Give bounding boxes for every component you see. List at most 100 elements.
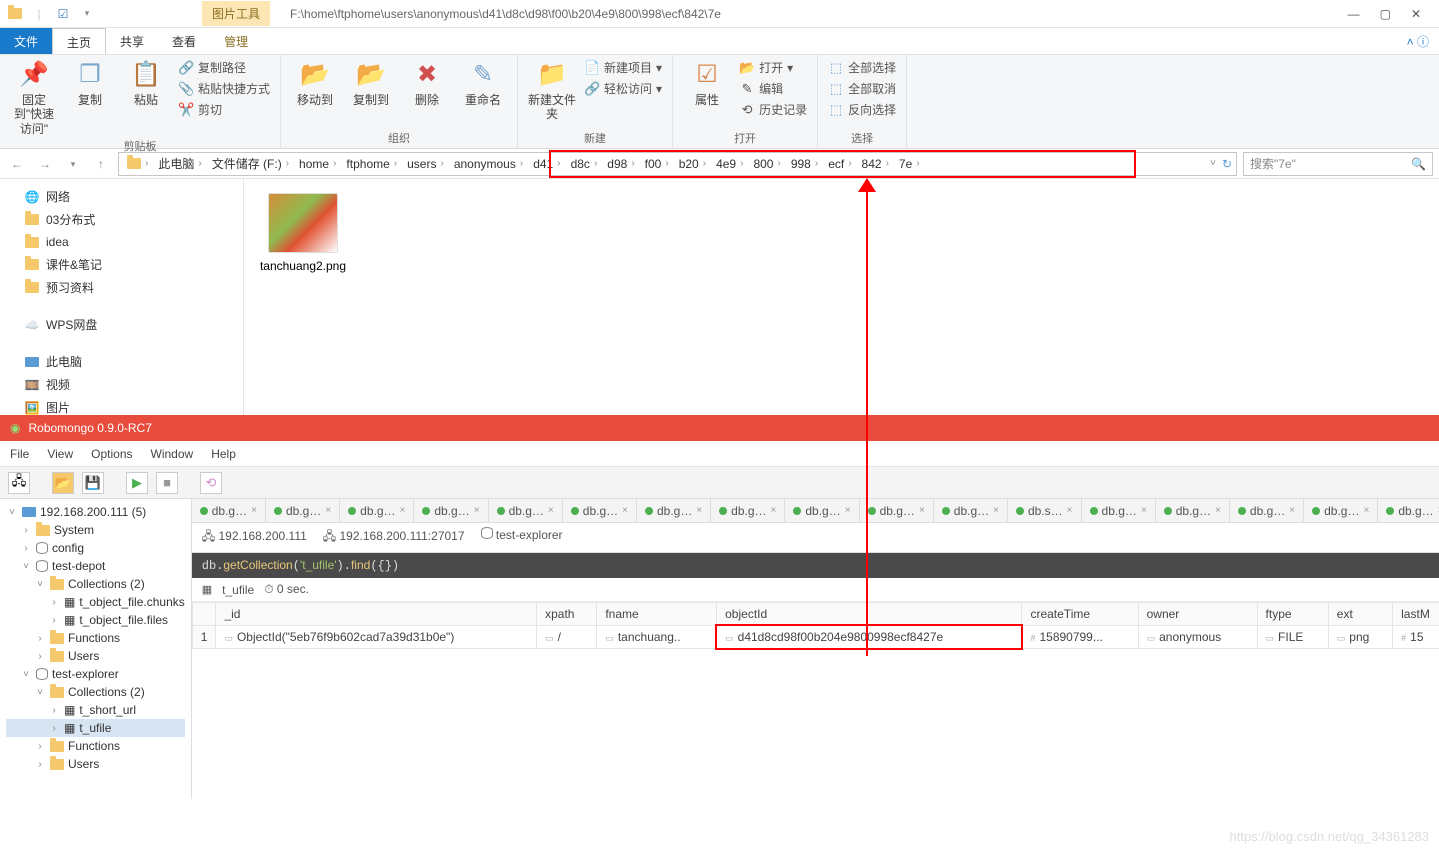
column-header[interactable]: xpath bbox=[537, 603, 597, 626]
breadcrumb-segment[interactable]: b20 › bbox=[675, 155, 710, 173]
tree-test-depot[interactable]: ˅ test-depot bbox=[6, 557, 185, 575]
editor-tab[interactable]: db.g… × bbox=[1304, 499, 1378, 522]
tree-system[interactable]: › System bbox=[6, 521, 185, 539]
breadcrumb-root-icon[interactable]: › bbox=[123, 156, 152, 171]
tree-functions-2[interactable]: › Functions bbox=[6, 737, 185, 755]
breadcrumb-segment[interactable]: ecf › bbox=[824, 155, 855, 173]
copy-to-button[interactable]: 📂复制到 bbox=[347, 59, 395, 107]
breadcrumb-segment[interactable]: d41 › bbox=[529, 155, 564, 173]
editor-tab[interactable]: db.g… × bbox=[637, 499, 711, 522]
breadcrumb-dropdown-icon[interactable]: ˅ bbox=[1210, 158, 1216, 169]
editor-tab[interactable]: db.g… × bbox=[711, 499, 785, 522]
cut-button[interactable]: ✂️剪切 bbox=[178, 101, 270, 118]
editor-tab[interactable]: db.g… × bbox=[340, 499, 414, 522]
breadcrumb-segment[interactable]: 842 › bbox=[858, 155, 893, 173]
column-header[interactable]: owner bbox=[1138, 603, 1257, 626]
breadcrumb-bar[interactable]: › 此电脑 ›文件储存 (F:) ›home ›ftphome ›users ›… bbox=[118, 152, 1237, 176]
help-icon[interactable]: ˄ ⓘ bbox=[1407, 33, 1429, 50]
invert-select-button[interactable]: ⬚反向选择 bbox=[828, 101, 896, 118]
sidebar-item[interactable]: idea bbox=[0, 231, 243, 253]
menu-item[interactable]: View bbox=[47, 447, 73, 461]
sidebar-item[interactable]: 此电脑 bbox=[0, 350, 243, 373]
tree-server[interactable]: ˅ 192.168.200.111 (5) bbox=[6, 503, 185, 521]
tree-test-explorer[interactable]: ˅ test-explorer bbox=[6, 665, 185, 683]
cell-last[interactable]: #15 bbox=[1393, 626, 1439, 649]
column-header[interactable]: fname bbox=[597, 603, 717, 626]
column-header[interactable]: ftype bbox=[1257, 603, 1328, 626]
editor-tab[interactable]: db.s… × bbox=[1008, 499, 1082, 522]
select-none-button[interactable]: ⬚全部取消 bbox=[828, 80, 896, 97]
editor-tab[interactable]: db.g… × bbox=[1230, 499, 1304, 522]
delete-button[interactable]: ✖删除 bbox=[403, 59, 451, 107]
breadcrumb-segment[interactable]: d8c › bbox=[567, 155, 602, 173]
tree-config[interactable]: › config bbox=[6, 539, 185, 557]
editor-tab[interactable]: db.g… × bbox=[414, 499, 488, 522]
close-button[interactable]: ✕ bbox=[1411, 7, 1421, 21]
save-button[interactable]: 💾 bbox=[82, 472, 104, 494]
tree-collections-2[interactable]: ˅ Collections (2) bbox=[6, 683, 185, 701]
cell-createtime[interactable]: #15890799... bbox=[1022, 626, 1138, 649]
breadcrumb-segment[interactable]: 998 › bbox=[787, 155, 822, 173]
tree-users-2[interactable]: › Users bbox=[6, 755, 185, 773]
tab-file[interactable]: 文件 bbox=[0, 28, 52, 54]
breadcrumb-segment[interactable]: ftphome › bbox=[342, 155, 401, 173]
rename-button[interactable]: ✎重命名 bbox=[459, 59, 507, 107]
maximize-button[interactable]: ▢ bbox=[1380, 7, 1391, 21]
cell-owner[interactable]: ▭anonymous bbox=[1138, 626, 1257, 649]
editor-tab[interactable]: db.g… × bbox=[1082, 499, 1156, 522]
cell-objectid[interactable]: ▭d41d8cd98f00b204e9800998ecf8427e bbox=[717, 626, 1022, 649]
query-editor[interactable]: db.getCollection('t_ufile').find({}) bbox=[192, 553, 1439, 578]
move-to-button[interactable]: 📂移动到 bbox=[291, 59, 339, 107]
tree-users-1[interactable]: › Users bbox=[6, 647, 185, 665]
nav-up-button[interactable]: ↑ bbox=[90, 153, 112, 175]
nav-recent-button[interactable]: ▾ bbox=[62, 153, 84, 175]
cell-xpath[interactable]: ▭/ bbox=[537, 626, 597, 649]
menu-item[interactable]: Options bbox=[91, 447, 132, 461]
menu-item[interactable]: File bbox=[10, 447, 29, 461]
sidebar-item[interactable]: 🎞️视频 bbox=[0, 373, 243, 396]
breadcrumb-segment[interactable]: 800 › bbox=[749, 155, 784, 173]
editor-tab[interactable]: db.g… × bbox=[563, 499, 637, 522]
refresh-icon[interactable]: ↻ bbox=[1222, 157, 1232, 171]
tree-functions-1[interactable]: › Functions bbox=[6, 629, 185, 647]
tab-home[interactable]: 主页 bbox=[52, 28, 106, 54]
cell-ftype[interactable]: ▭FILE bbox=[1257, 626, 1328, 649]
open-button[interactable]: 📂打开 ▾ bbox=[739, 59, 807, 76]
qat-checkbox-icon[interactable]: ☑ bbox=[52, 3, 74, 25]
editor-tab[interactable]: db.g… × bbox=[1378, 499, 1439, 522]
file-item[interactable]: tanchuang2.png bbox=[258, 193, 348, 273]
tab-view[interactable]: 查看 bbox=[158, 28, 210, 54]
pin-button[interactable]: 📌固定到"快速访问" bbox=[10, 59, 58, 136]
column-header[interactable]: ext bbox=[1328, 603, 1392, 626]
select-all-button[interactable]: ⬚全部选择 bbox=[828, 59, 896, 76]
menu-item[interactable]: Window bbox=[151, 447, 194, 461]
cell-fname[interactable]: ▭tanchuang.. bbox=[597, 626, 717, 649]
sidebar-item[interactable]: 🌐网络 bbox=[0, 185, 243, 208]
tree-collections-1[interactable]: ˅ Collections (2) bbox=[6, 575, 185, 593]
copy-path-button[interactable]: 🔗复制路径 bbox=[178, 59, 270, 76]
column-header[interactable]: objectId bbox=[717, 603, 1022, 626]
breadcrumb-segment[interactable]: users › bbox=[403, 155, 448, 173]
edit-button[interactable]: ✎编辑 bbox=[739, 80, 807, 97]
editor-tab[interactable]: db.g… × bbox=[785, 499, 859, 522]
editor-tab[interactable]: db.g… × bbox=[192, 499, 266, 522]
column-header[interactable]: _id bbox=[216, 603, 537, 626]
editor-tab[interactable]: db.g… × bbox=[934, 499, 1008, 522]
nav-back-button[interactable]: ← bbox=[6, 153, 28, 175]
tree-files[interactable]: ›▦ t_object_file.files bbox=[6, 611, 185, 629]
column-header[interactable]: createTime bbox=[1022, 603, 1138, 626]
paste-shortcut-button[interactable]: 📎粘贴快捷方式 bbox=[178, 80, 270, 97]
folder-icon[interactable] bbox=[4, 3, 26, 25]
breadcrumb-segment[interactable]: 此电脑 › bbox=[154, 153, 205, 174]
rotate-button[interactable]: ⟲ bbox=[200, 472, 222, 494]
new-folder-button[interactable]: 📁新建文件夹 bbox=[528, 59, 576, 122]
breadcrumb-segment[interactable]: 7e › bbox=[895, 155, 924, 173]
tree-chunks[interactable]: ›▦ t_object_file.chunks bbox=[6, 593, 185, 611]
sidebar-item[interactable]: 🖼️图片 bbox=[0, 396, 243, 415]
table-row[interactable]: 1 ▭ObjectId("5eb76f9b602cad7a39d31b0e") … bbox=[192, 626, 1439, 649]
connect-button[interactable]: 🖧 bbox=[8, 472, 30, 494]
breadcrumb-segment[interactable]: 文件储存 (F:) › bbox=[208, 153, 293, 174]
breadcrumb-segment[interactable]: 4e9 › bbox=[712, 155, 747, 173]
new-item-button[interactable]: 📄新建项目 ▾ bbox=[584, 59, 662, 76]
breadcrumb-segment[interactable]: f00 › bbox=[641, 155, 673, 173]
